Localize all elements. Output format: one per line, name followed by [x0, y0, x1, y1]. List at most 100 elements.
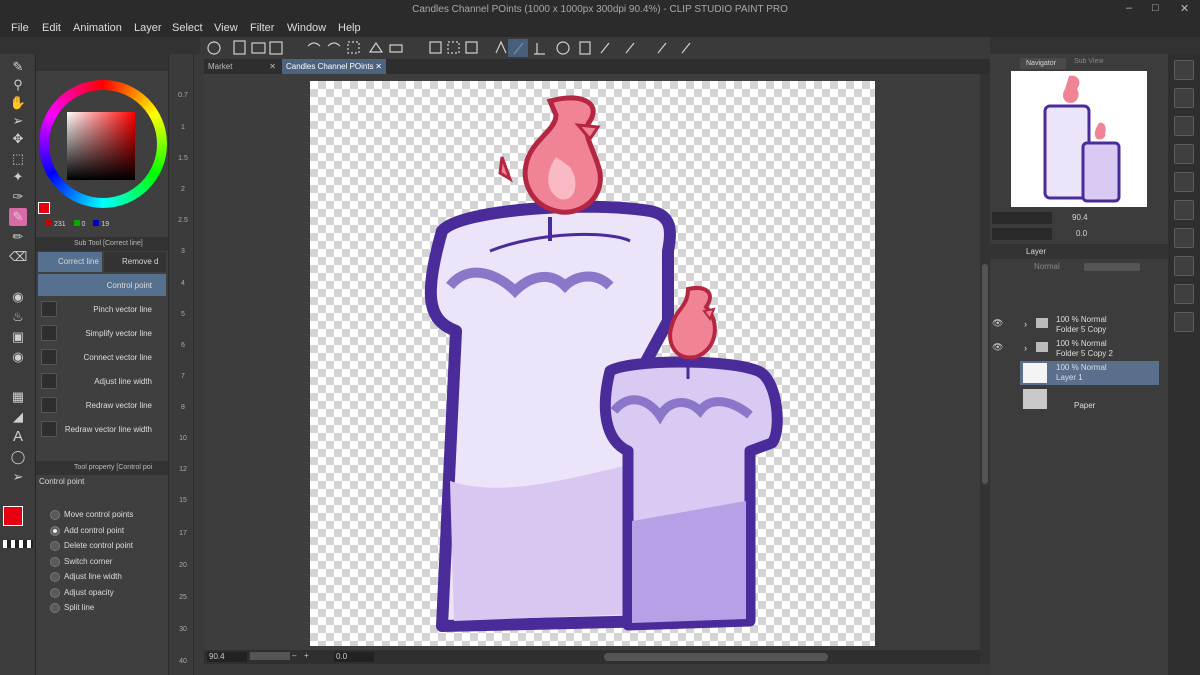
layer-row[interactable]: › 100 % Normal Folder 5 Copy [1020, 313, 1159, 337]
panel-icon-2[interactable] [1174, 88, 1194, 108]
zoom-out-icon[interactable]: – [292, 651, 296, 660]
option-adjust-line-width[interactable]: Adjust line width [50, 570, 122, 584]
panel-icon-8[interactable] [1174, 256, 1194, 276]
panel-icon-1[interactable] [1174, 60, 1194, 80]
visibility-toggle[interactable]: 👁 [992, 342, 1004, 353]
transparent-color-swatch[interactable] [3, 540, 33, 548]
fill-icon[interactable]: ◉ [9, 288, 27, 306]
menu-select[interactable]: Select [172, 22, 203, 34]
menu-window[interactable]: Window [287, 22, 326, 34]
zoom-field[interactable]: 90.4 [207, 652, 247, 662]
horizontal-scrollbar[interactable] [604, 653, 828, 661]
blend-icon[interactable]: ♨ [9, 308, 27, 326]
subtool-redraw-width[interactable]: Redraw vector line width [38, 418, 166, 440]
size-7[interactable]: 7 [172, 373, 194, 380]
folder-chevron-icon[interactable]: › [1024, 343, 1027, 353]
text-icon[interactable]: A [9, 428, 27, 446]
size-2[interactable]: 2 [172, 186, 194, 193]
size-20[interactable]: 20 [172, 562, 194, 569]
menu-view[interactable]: View [214, 22, 238, 34]
tab-candles[interactable]: Candles Channel POints ✕ [282, 59, 386, 74]
size-10[interactable]: 10 [172, 435, 194, 442]
ruler-icon[interactable]: ◢ [9, 408, 27, 426]
zoom-icon[interactable]: ⚲ [9, 76, 27, 94]
scroll-thumb[interactable] [982, 264, 988, 484]
main-color-swatch[interactable] [3, 506, 23, 526]
panel-icon-5[interactable] [1174, 172, 1194, 192]
tab-correct-line[interactable]: Correct line [38, 252, 102, 272]
size-3[interactable]: 3 [172, 248, 194, 255]
size-8[interactable]: 8 [172, 404, 194, 411]
size-40[interactable]: 40 [172, 658, 194, 665]
eyedropper-icon[interactable]: ✑ [9, 188, 27, 206]
frame-icon[interactable]: ▦ [9, 388, 27, 406]
gradient-icon[interactable]: ▣ [9, 328, 27, 346]
size-25[interactable]: 25 [172, 594, 194, 601]
panel-icon-4[interactable] [1174, 144, 1194, 164]
menu-filter[interactable]: Filter [250, 22, 274, 34]
layer-row[interactable]: Paper [1020, 387, 1159, 411]
subtool-redraw[interactable]: Redraw vector line [38, 394, 166, 416]
brush-icon[interactable]: ✎ [9, 208, 27, 226]
size-4[interactable]: 4 [172, 280, 194, 287]
zoom-in-icon[interactable]: + [304, 651, 309, 660]
size-30[interactable]: 30 [172, 626, 194, 633]
nav-angle-slider[interactable] [992, 228, 1052, 240]
shape-icon[interactable]: ◉ [9, 348, 27, 366]
close-icon[interactable]: ✕ [1180, 2, 1189, 15]
pencil-icon[interactable]: ✏ [9, 228, 27, 246]
balloon-icon[interactable]: ◯ [9, 448, 27, 466]
marquee-icon[interactable]: ⬚ [9, 150, 27, 168]
layer-row[interactable]: › 100 % Normal Folder 5 Copy 2 [1020, 337, 1159, 361]
size-12[interactable]: 12 [172, 466, 194, 473]
subtool-pinch[interactable]: Pinch vector line [38, 298, 166, 320]
tab-market[interactable]: Market ✕ [204, 59, 280, 74]
option-switch-corner[interactable]: Switch corner [50, 555, 112, 569]
option-delete-control-point[interactable]: Delete control point [50, 539, 133, 553]
tab-navigator[interactable]: Navigator [1020, 58, 1066, 69]
menu-layer[interactable]: Layer [134, 22, 162, 34]
menu-edit[interactable]: Edit [42, 22, 61, 34]
subtool-control-point[interactable]: Control point [38, 274, 166, 296]
color-preview[interactable] [38, 202, 50, 214]
hand-icon[interactable]: ✋ [9, 94, 27, 112]
subtool-connect[interactable]: Connect vector line [38, 346, 166, 368]
tab-layer[interactable]: Layer [1026, 247, 1046, 256]
option-add-control-point[interactable]: Add control point [50, 524, 124, 538]
nav-zoom-slider[interactable] [992, 212, 1052, 224]
size-15[interactable]: 15 [172, 497, 194, 504]
menu-file[interactable]: File [11, 22, 29, 34]
layer-row-selected[interactable]: 100 % Normal Layer 1 [1020, 361, 1159, 385]
size-2.5[interactable]: 2.5 [172, 217, 194, 224]
option-split-line[interactable]: Split line [50, 601, 94, 615]
folder-chevron-icon[interactable]: › [1024, 319, 1027, 329]
command-icons[interactable] [200, 37, 700, 59]
tab-remove[interactable]: Remove d [104, 252, 166, 272]
size-1.5[interactable]: 1.5 [172, 155, 194, 162]
wand-icon[interactable]: ✦ [9, 168, 27, 186]
blend-mode-select[interactable]: Normal [1034, 262, 1080, 273]
color-square[interactable] [67, 112, 135, 180]
tab-subview[interactable]: Sub View [1074, 58, 1103, 65]
subtool-adjust-width[interactable]: Adjust line width [38, 370, 166, 392]
size-5[interactable]: 5 [172, 311, 194, 318]
select-icon[interactable]: ➢ [9, 112, 27, 130]
option-move-control-points[interactable]: Move control points [50, 508, 133, 522]
subtool-simplify[interactable]: Simplify vector line [38, 322, 166, 344]
opacity-slider[interactable] [1084, 263, 1140, 271]
angle-field[interactable]: 0.0 [334, 652, 374, 662]
pen-icon[interactable]: ✎ [9, 58, 27, 76]
navigator-thumbnail[interactable] [1011, 71, 1147, 207]
correct-line-icon[interactable]: ➢ [9, 468, 27, 486]
size-6[interactable]: 6 [172, 342, 194, 349]
option-adjust-opacity[interactable]: Adjust opacity [50, 586, 114, 600]
size-17[interactable]: 17 [172, 530, 194, 537]
menu-animation[interactable]: Animation [73, 22, 122, 34]
move-icon[interactable]: ✥ [9, 130, 27, 148]
visibility-toggle[interactable]: 👁 [992, 318, 1004, 329]
panel-icon-10[interactable] [1174, 312, 1194, 332]
panel-icon-9[interactable] [1174, 284, 1194, 304]
menu-help[interactable]: Help [338, 22, 361, 34]
color-wheel[interactable] [39, 80, 167, 208]
panel-icon-6[interactable] [1174, 200, 1194, 220]
